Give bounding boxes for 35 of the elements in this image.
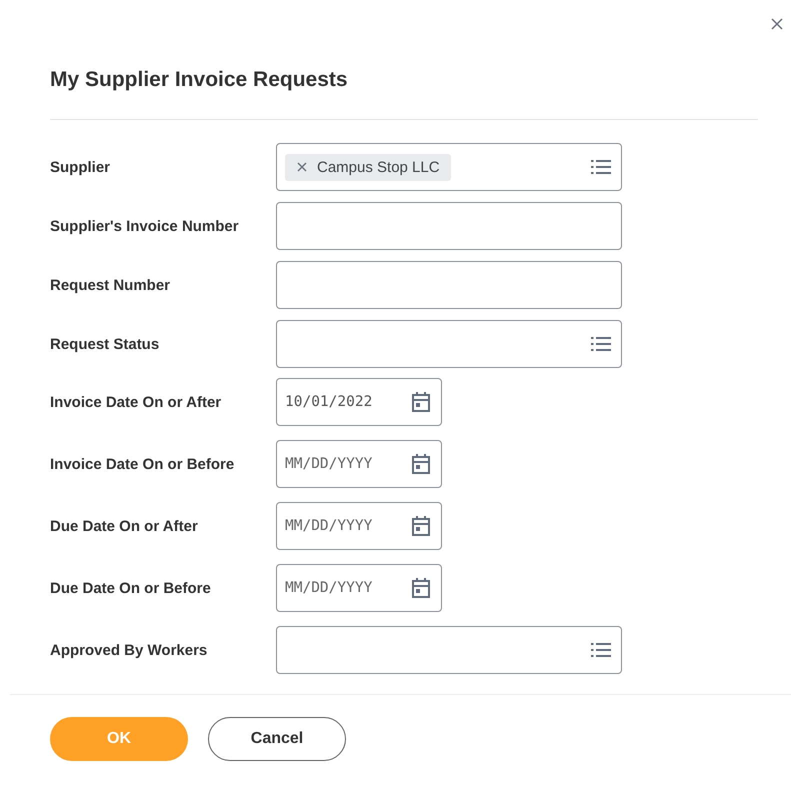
field-label: Supplier's Invoice Number	[50, 218, 240, 234]
calendar-icon[interactable]	[411, 577, 431, 599]
date-input[interactable]: MM/DD/YYYY	[285, 456, 411, 472]
remove-icon[interactable]	[297, 162, 307, 172]
field-label: Invoice Date On or Before	[50, 456, 236, 472]
field-label: Supplier	[50, 158, 112, 176]
list-icon[interactable]	[591, 159, 611, 175]
date-input[interactable]: 10/01/2022	[285, 394, 411, 410]
prompt-field[interactable]	[276, 320, 622, 368]
field-label: Request Status	[50, 336, 160, 352]
list-icon[interactable]	[591, 642, 611, 658]
close-icon	[771, 18, 783, 30]
date-field[interactable]: MM/DD/YYYY	[276, 564, 442, 612]
field-label: Request Number	[50, 276, 172, 294]
prompt-field[interactable]: Campus Stop LLC	[276, 143, 622, 191]
calendar-icon[interactable]	[411, 515, 431, 537]
date-field[interactable]: MM/DD/YYYY	[276, 502, 442, 550]
prompt-field[interactable]	[276, 626, 622, 674]
calendar-icon[interactable]	[411, 391, 431, 413]
date-field[interactable]: MM/DD/YYYY	[276, 440, 442, 488]
list-icon[interactable]	[591, 336, 611, 352]
field-label: Due Date On or Before	[50, 580, 212, 596]
date-field[interactable]: 10/01/2022	[276, 378, 442, 426]
field-label: Due Date On or After	[50, 518, 199, 534]
close-button[interactable]	[769, 16, 785, 32]
selected-item-chip[interactable]: Campus Stop LLC	[285, 154, 451, 180]
calendar-icon[interactable]	[411, 453, 431, 475]
date-input[interactable]: MM/DD/YYYY	[285, 518, 411, 534]
dialog-title: My Supplier Invoice Requests	[50, 67, 349, 93]
date-input[interactable]: MM/DD/YYYY	[285, 580, 411, 596]
input-field[interactable]	[276, 261, 622, 309]
field-label: Invoice Date On or After	[50, 394, 222, 410]
field-label: Approved By Workers	[50, 642, 208, 658]
cancel-button[interactable]: Cancel	[208, 717, 346, 761]
input-field[interactable]	[276, 202, 622, 250]
